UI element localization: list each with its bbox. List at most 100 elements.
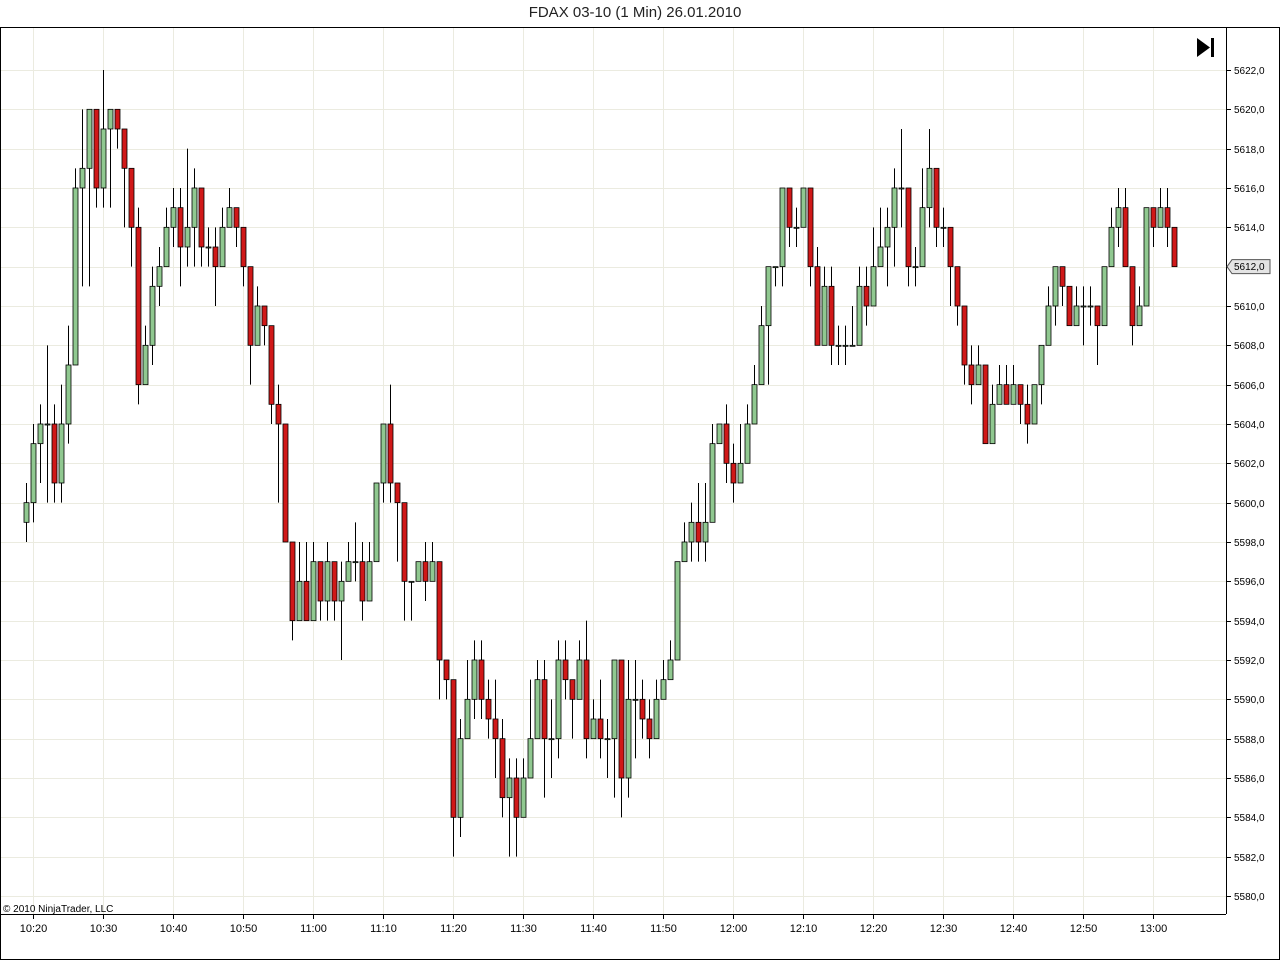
candle-body-up [702, 521, 709, 543]
candle-body-up [716, 423, 723, 445]
candle-body-up [611, 659, 618, 740]
y-tick-label: 5616,0 [1234, 184, 1265, 195]
candle-body-up [534, 679, 541, 740]
candlestick-chart: 5580,0 5582,0 5584,0 5586,0 5588,0 5590,0 5592… [0, 27, 1280, 960]
candle-body-up [688, 521, 695, 543]
candle-body-up [1038, 344, 1045, 386]
y-tick-label: 5590,0 [1234, 695, 1265, 706]
scroll-to-end-icon[interactable] [1194, 36, 1218, 58]
candle-body-up [737, 462, 744, 484]
candle [72, 168, 79, 366]
candle-body-up [30, 443, 37, 504]
y-tick-label: 5600,0 [1234, 499, 1265, 510]
candle-body-up [667, 659, 674, 681]
x-tick-label: 12:40 [1000, 923, 1028, 935]
candle-body-down [1122, 207, 1129, 268]
candle-body-up [429, 561, 436, 582]
candle-body-up [1108, 226, 1115, 268]
candle-body-down [695, 521, 702, 543]
candle-body-up [681, 541, 688, 563]
candle-body-up [849, 344, 856, 347]
copyright-label: © 2010 NinjaTrader, LLC [3, 904, 113, 915]
candle-body-down [814, 266, 821, 346]
candle [415, 561, 422, 582]
candle-body-down [569, 679, 576, 700]
candle-body-down [968, 364, 975, 386]
candle-body-down [443, 659, 450, 681]
candle [716, 423, 723, 445]
y-tick-label: 5596,0 [1234, 577, 1265, 588]
candle-body-down [1171, 226, 1178, 268]
current-price-marker: 5612,0 [1226, 259, 1271, 275]
candle-body-up [464, 698, 471, 740]
candle [282, 423, 289, 543]
candle-body-up [884, 226, 891, 248]
candle-body-up [555, 659, 562, 740]
candle-body-up [758, 325, 765, 386]
y-tick-label: 5598,0 [1234, 538, 1265, 549]
candle-body-down [121, 128, 128, 169]
y-tick-label: 5582,0 [1234, 853, 1265, 864]
y-tick-label: 5594,0 [1234, 617, 1265, 628]
candle-body-down [639, 698, 646, 720]
candle-body-up [205, 246, 212, 249]
y-tick-label: 5618,0 [1234, 145, 1265, 156]
candle-body-down [828, 285, 835, 346]
candle-body-up [1115, 207, 1122, 228]
candle-body-up [996, 384, 1003, 405]
candle-body-up [674, 561, 681, 661]
candle-body-down [331, 561, 338, 602]
candle-body-down [422, 561, 429, 582]
candle-body-down [177, 207, 184, 248]
y-tick-label: 5602,0 [1234, 459, 1265, 470]
candle [800, 187, 807, 228]
candle-body-up [506, 777, 513, 799]
current-price-label: 5612,0 [1234, 262, 1265, 273]
candle-body-up [625, 698, 632, 779]
candle-body-down [947, 226, 954, 268]
candle-body-down [485, 698, 492, 720]
candle-body-up [765, 266, 772, 327]
y-tick-label: 5586,0 [1234, 774, 1265, 785]
candle-body-up [58, 423, 65, 484]
candle-body-down [562, 659, 569, 681]
candle-body-up [744, 423, 751, 464]
candle-body-up [345, 561, 352, 582]
candle-body-up [471, 659, 478, 700]
candle-body-down [1150, 207, 1157, 228]
candle-body-up [1143, 207, 1150, 307]
candle-body-up [919, 207, 926, 268]
candle-body-up [1136, 305, 1143, 327]
candle-body-up [408, 580, 415, 583]
y-tick-label: 5614,0 [1234, 223, 1265, 234]
candle-body-up [772, 266, 779, 269]
candle-body-down [513, 777, 520, 818]
y-tick-label: 5580,0 [1234, 892, 1265, 903]
candle-body-up [821, 285, 828, 346]
candle-body-up [1045, 305, 1052, 346]
candle-body-down [1129, 266, 1136, 327]
candle [982, 364, 989, 445]
candle-body-up [989, 403, 996, 445]
y-tick-label: 5584,0 [1234, 813, 1265, 824]
candle-body-down [212, 246, 219, 268]
y-tick-label: 5620,0 [1234, 105, 1265, 116]
candle-body-up [800, 187, 807, 228]
x-tick-label: 10:50 [230, 923, 258, 935]
y-tick-label: 5606,0 [1234, 381, 1265, 392]
candle-body-down [198, 187, 205, 248]
candle-body-down [730, 462, 737, 484]
candle-body-up [352, 561, 359, 564]
candle-body-down [51, 423, 58, 484]
candle-body-up [310, 561, 317, 622]
candle-body-up [100, 128, 107, 189]
x-tick-label: 11:30 [510, 923, 537, 935]
x-tick-label: 12:20 [860, 923, 888, 935]
candle-body-down [982, 364, 989, 445]
candle-body-down [1164, 207, 1171, 228]
candle-body-down [303, 580, 310, 622]
candle-body-down [1066, 285, 1073, 327]
candle-body-down [1059, 266, 1066, 287]
candle-body-up [793, 226, 800, 229]
candle-body-up [590, 718, 597, 740]
